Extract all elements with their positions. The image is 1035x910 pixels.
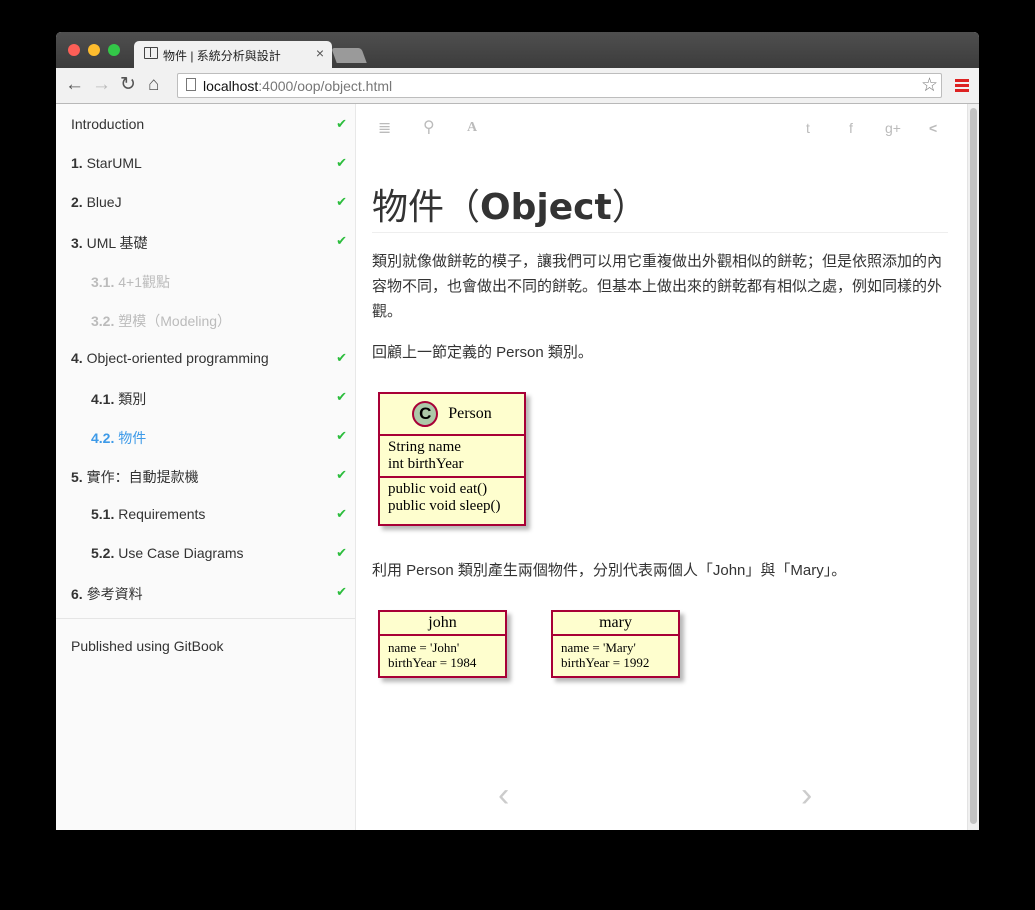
page-icon [186, 78, 196, 91]
check-icon: ✔ [336, 506, 347, 521]
search-icon[interactable]: ⚲ [423, 117, 435, 137]
scrollbar-thumb[interactable] [970, 108, 977, 824]
check-icon: ✔ [336, 467, 347, 482]
sidebar-item-4plus1-view[interactable]: 3.1. 4+1觀點 [91, 272, 347, 292]
home-icon[interactable]: ⌂ [148, 74, 159, 96]
new-tab-button[interactable] [331, 48, 367, 63]
next-page-arrow[interactable]: › [801, 776, 812, 815]
tab-close-icon[interactable]: × [316, 45, 324, 61]
intro-paragraph: 類別就像做餅乾的模子，讓我們可以用它重複做出外觀相似的餅乾；但是依照添加的內容物… [372, 253, 943, 320]
back-arrow-icon[interactable]: ← [65, 74, 84, 96]
sidebar-item-object[interactable]: 4.2. 物件 ✔ [91, 428, 347, 448]
check-icon: ✔ [336, 389, 347, 404]
forward-arrow-icon[interactable]: → [92, 74, 111, 96]
title-divider [372, 232, 948, 233]
title-bar: 物件 | 系統分析與設計 × [56, 32, 979, 68]
sidebar-divider [56, 618, 355, 619]
check-icon: ✔ [336, 350, 347, 365]
class-fields: String name int birthYear [380, 434, 524, 476]
class-c-icon: C [412, 401, 439, 428]
sidebar-item-use-case-diagrams[interactable]: 5.2. Use Case Diagrams ✔ [91, 545, 347, 565]
address-bar[interactable]: localhost:4000/oop/object.html ☆ [177, 73, 942, 98]
check-icon: ✔ [336, 545, 347, 560]
zoom-window-button[interactable] [108, 44, 120, 56]
sidebar-item-staruml[interactable]: 1. StarUML ✔ [71, 155, 347, 175]
john-object-diagram: john name = 'John' birthYear = 1984 [378, 610, 507, 678]
sidebar: Introduction ✔ 1. StarUML ✔ 2. BlueJ ✔ 3… [56, 104, 356, 830]
main-content: ≣ ⚲ A t f g+ < 物件（Object） 類別就像做餅乾的模子，讓我們… [356, 104, 968, 830]
check-icon: ✔ [336, 116, 347, 131]
twitter-icon[interactable]: t [806, 120, 810, 136]
browser-tab[interactable]: 物件 | 系統分析與設計 × [134, 41, 332, 68]
objects-paragraph: 利用 Person 類別產生兩個物件，分別代表兩個人「John」與「Mary」。 [372, 562, 847, 579]
check-icon: ✔ [336, 584, 347, 599]
browser-menu-icon[interactable] [955, 79, 969, 92]
check-icon: ✔ [336, 194, 347, 209]
class-name: Person [448, 405, 492, 422]
person-class-diagram: C Person String name int birthYear public… [378, 392, 526, 526]
book-icon [144, 47, 158, 59]
tab-title: 物件 | 系統分析與設計 [163, 49, 281, 63]
published-with-gitbook-link[interactable]: Published using GitBook [71, 638, 224, 654]
mary-object-diagram: mary name = 'Mary' birthYear = 1992 [551, 610, 680, 678]
sidebar-item-bluej[interactable]: 2. BlueJ ✔ [71, 194, 347, 214]
minimize-window-button[interactable] [88, 44, 100, 56]
sidebar-item-references[interactable]: 6. 參考資料 ✔ [71, 584, 347, 604]
sidebar-item-oop[interactable]: 4. Object-oriented programming ✔ [71, 350, 347, 370]
facebook-icon[interactable]: f [849, 120, 853, 136]
sidebar-item-modeling[interactable]: 3.2. 塑模（Modeling） [91, 311, 347, 331]
share-icon[interactable]: < [929, 120, 937, 136]
sidebar-item-class[interactable]: 4.1. 類別 ✔ [91, 389, 347, 409]
font-settings-icon[interactable]: A [467, 120, 477, 136]
sidebar-item-atm[interactable]: 5. 實作：自動提款機 ✔ [71, 467, 347, 487]
page-title: 物件（Object） [372, 187, 648, 228]
recap-paragraph: 回顧上一節定義的 Person 類別。 [372, 344, 593, 361]
sidebar-item-introduction[interactable]: Introduction ✔ [71, 116, 347, 136]
browser-toolbar: ← → ↻ ⌂ localhost:4000/oop/object.html ☆ [56, 68, 979, 104]
url-text[interactable]: localhost:4000/oop/object.html [203, 78, 392, 94]
sidebar-item-uml-basics[interactable]: 3. UML 基礎 ✔ [71, 233, 347, 253]
browser-window: 物件 | 系統分析與設計 × ← → ↻ ⌂ localhost:4000/oo… [56, 32, 979, 830]
close-window-button[interactable] [68, 44, 80, 56]
check-icon: ✔ [336, 233, 347, 248]
sidebar-item-requirements[interactable]: 5.1. Requirements ✔ [91, 506, 347, 526]
reload-icon[interactable]: ↻ [120, 74, 136, 96]
bookmark-star-icon[interactable]: ☆ [921, 74, 938, 97]
previous-page-arrow[interactable]: ‹ [498, 776, 509, 815]
scrollbar[interactable] [967, 104, 979, 830]
toggle-summary-icon[interactable]: ≣ [378, 118, 391, 138]
google-plus-icon[interactable]: g+ [885, 120, 901, 136]
check-icon: ✔ [336, 428, 347, 443]
class-methods: public void eat() public void sleep() [380, 476, 524, 518]
check-icon: ✔ [336, 155, 347, 170]
